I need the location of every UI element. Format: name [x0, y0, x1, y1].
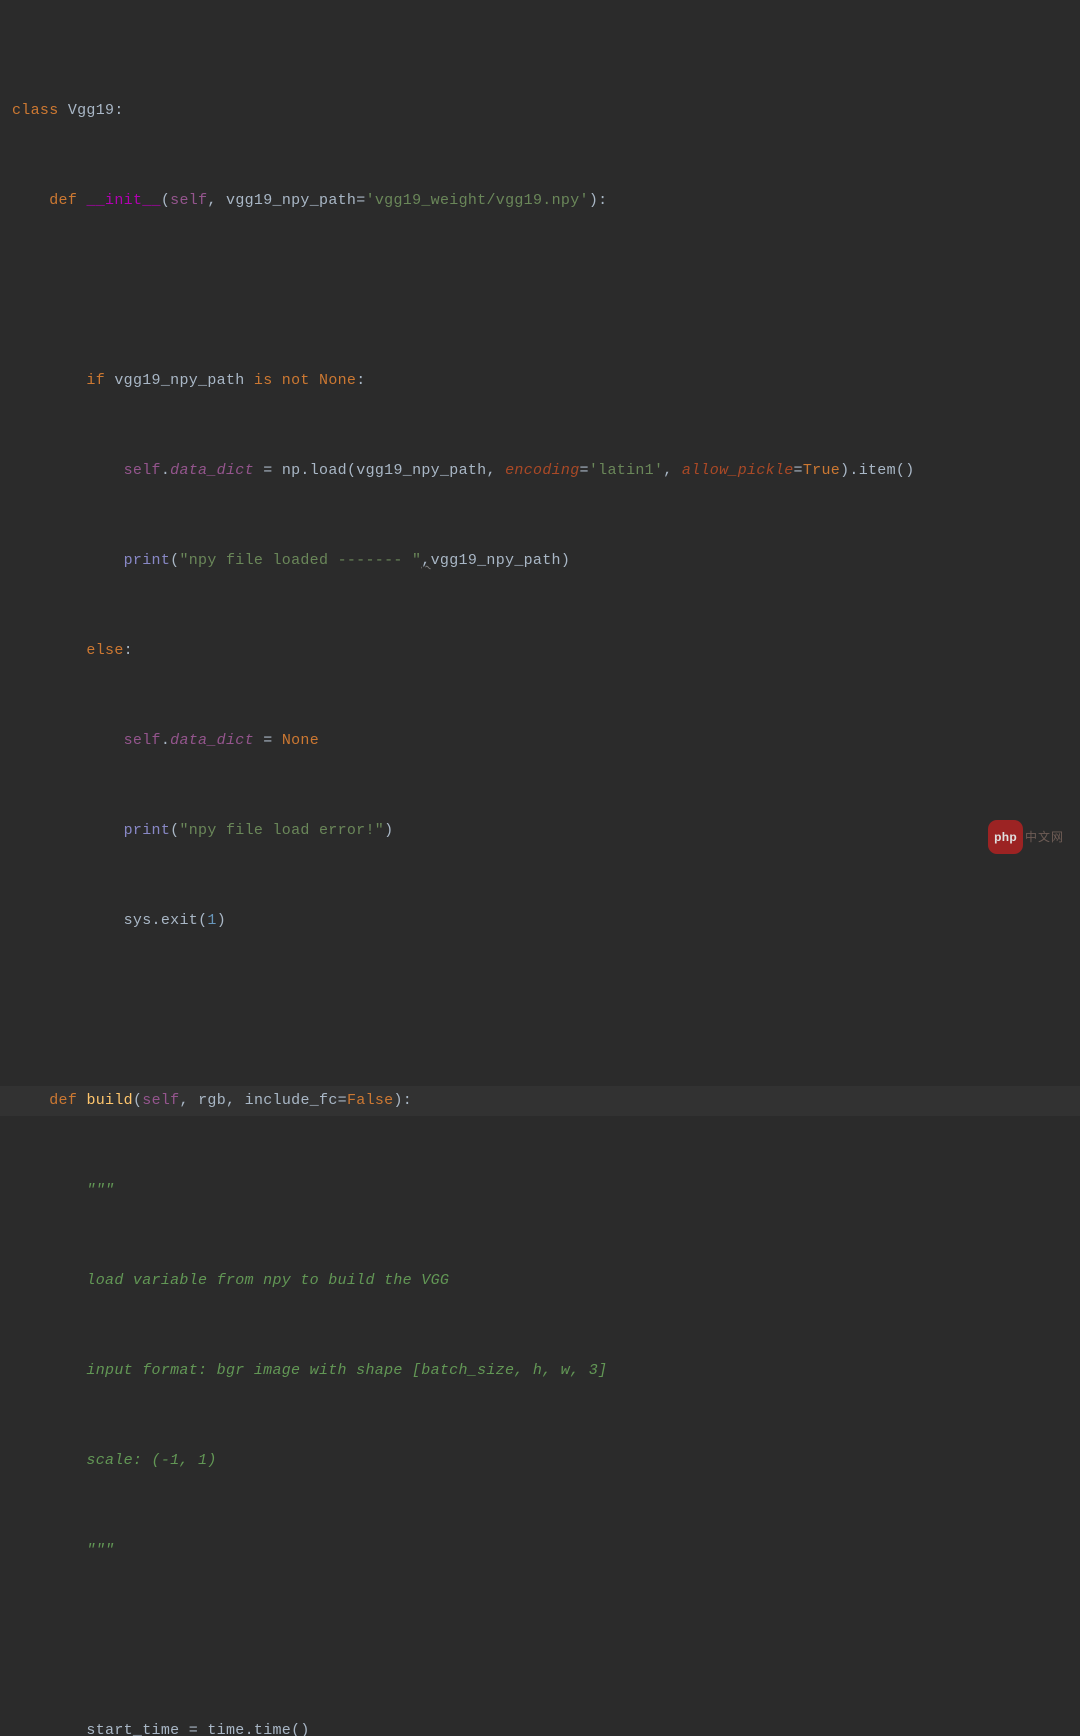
keyword-def: def [49, 1092, 77, 1109]
code-line[interactable]: load variable from npy to build the VGG [0, 1266, 1080, 1296]
docstring-text: load variable from npy to build the VGG [86, 1272, 449, 1289]
code-line[interactable]: """ [0, 1536, 1080, 1566]
code-line[interactable]: input format: bgr image with shape [batc… [0, 1356, 1080, 1386]
code-line[interactable]: sys.exit(1) [0, 906, 1080, 936]
code-line[interactable]: scale: (-1, 1) [0, 1446, 1080, 1476]
code-line[interactable]: class Vgg19: [0, 96, 1080, 126]
keyword-if: if [86, 372, 105, 389]
print-builtin: print [124, 552, 171, 569]
code-line[interactable]: self.data_dict = None [0, 726, 1080, 756]
code-line[interactable] [0, 1626, 1080, 1656]
code-line[interactable]: print("npy file loaded ------- ",vgg19_n… [0, 546, 1080, 576]
function-name: __init__ [86, 192, 160, 209]
docstring-quote: """ [86, 1542, 114, 1559]
keyword-else: else [86, 642, 123, 659]
code-line-highlighted[interactable]: def build(self, rgb, include_fc=False): [0, 1086, 1080, 1116]
code-line[interactable]: if vgg19_npy_path is not None: [0, 366, 1080, 396]
keyword-class: class [12, 102, 59, 119]
code-line[interactable]: """ [0, 1176, 1080, 1206]
code-area[interactable]: class Vgg19: def __init__(self, vgg19_np… [0, 36, 1080, 1736]
function-name: build [86, 1092, 133, 1109]
watermark: php 中文网 [988, 820, 1064, 854]
watermark-pill: php [988, 820, 1023, 854]
code-line[interactable] [0, 276, 1080, 306]
code-line[interactable]: self.data_dict = np.load(vgg19_npy_path,… [0, 456, 1080, 486]
code-editor[interactable]: class Vgg19: def __init__(self, vgg19_np… [0, 0, 1080, 1736]
code-line[interactable]: def __init__(self, vgg19_npy_path='vgg19… [0, 186, 1080, 216]
self-param: self [170, 192, 207, 209]
code-line[interactable]: else: [0, 636, 1080, 666]
class-name: Vgg19 [68, 102, 115, 119]
docstring-text: input format: bgr image with shape [batc… [86, 1362, 607, 1379]
code-line[interactable]: start_time = time.time() [0, 1716, 1080, 1736]
docstring-text: scale: (-1, 1) [86, 1452, 216, 1469]
code-line[interactable] [0, 996, 1080, 1026]
keyword-def: def [49, 192, 77, 209]
watermark-text: 中文网 [1025, 822, 1064, 852]
code-line[interactable]: print("npy file load error!") [0, 816, 1080, 846]
docstring-quote: """ [86, 1182, 114, 1199]
